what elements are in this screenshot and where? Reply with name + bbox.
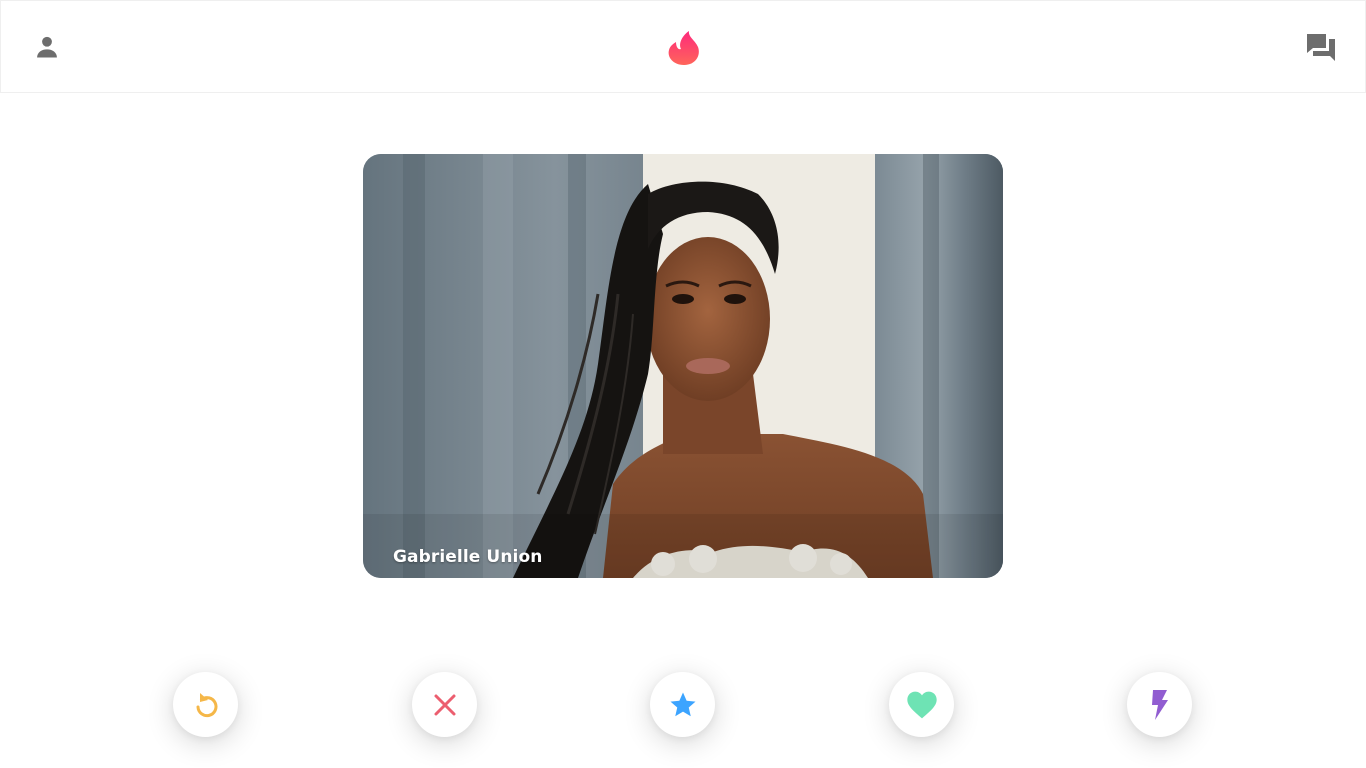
- tinder-flame-logo[interactable]: [665, 27, 703, 69]
- heart-icon: [906, 691, 937, 718]
- rewind-icon: [196, 692, 217, 717]
- super-like-button[interactable]: [650, 672, 715, 737]
- rewind-button[interactable]: [173, 672, 238, 737]
- lightning-icon: [1151, 689, 1168, 720]
- profile-card[interactable]: Gabrielle Union: [363, 154, 1003, 578]
- top-bar: [0, 0, 1366, 93]
- boost-button[interactable]: [1127, 672, 1192, 737]
- nope-button[interactable]: [412, 672, 477, 737]
- profile-name: Gabrielle Union: [393, 547, 543, 567]
- close-icon: [434, 694, 455, 715]
- like-button[interactable]: [889, 672, 954, 737]
- star-icon: [670, 692, 695, 716]
- person-icon: [37, 36, 57, 58]
- profile-photo: [363, 154, 1003, 578]
- profile-button[interactable]: [31, 31, 63, 63]
- messages-button[interactable]: [1305, 31, 1337, 63]
- chat-bubbles-icon: [1307, 34, 1335, 61]
